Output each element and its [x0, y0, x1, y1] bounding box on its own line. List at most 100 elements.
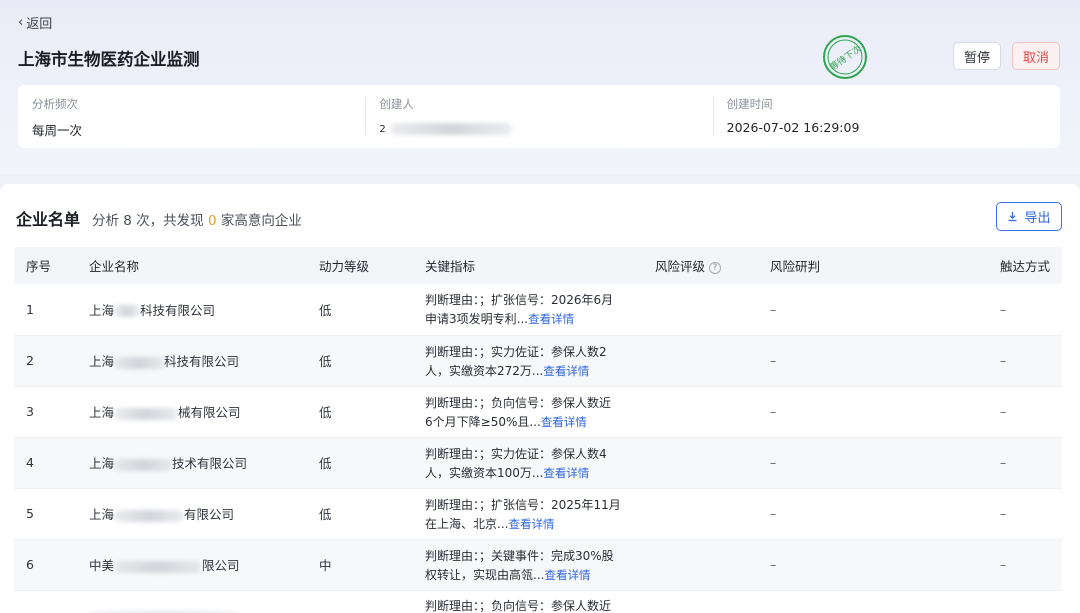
name-prefix: 中美: [89, 558, 115, 573]
risk-rating-value: [643, 437, 758, 489]
row-index: [14, 590, 77, 613]
table-row[interactable]: 2 上海 科技有限公司 低 判断理由：；实力佐证：参保人数2 人，实缴资本272万.…: [14, 335, 1062, 387]
view-details-link[interactable]: 查看详情: [544, 568, 590, 582]
risk-rating-value: [643, 488, 758, 540]
redacted-name: [114, 407, 179, 420]
risk-rating-value: [643, 539, 758, 591]
level-value: 低: [307, 437, 413, 489]
help-icon[interactable]: ?: [709, 262, 722, 274]
col-header-risk-judgement: 风险研判: [758, 247, 988, 284]
col-header-name: 企业名称: [77, 247, 307, 284]
indicator-cell: 判断理由：；负向信号：参保人数近 6个月下降≥50%且...查看详情: [413, 386, 643, 438]
col-header-index: 序号: [14, 247, 77, 284]
list-summary: 分析 8 次，共发现 0 家高意向企业: [92, 209, 302, 229]
redacted-name: [114, 458, 173, 471]
name-suffix: 有限公司: [184, 507, 235, 522]
info-label: 创建时间: [726, 97, 773, 111]
company-name[interactable]: 上海 技术有限公司: [77, 437, 307, 489]
risk-rating-value: [643, 590, 758, 613]
info-creator: 创建人 2: [365, 85, 712, 148]
view-details-link[interactable]: 查看详情: [543, 466, 589, 480]
row-index: 6: [14, 539, 77, 591]
indicator-cell: 判断理由：；实力佐证：参保人数2 人，实缴资本272万...查看详情: [413, 335, 643, 387]
col-header-indicators: 关键指标: [413, 247, 643, 284]
task-header: ‹ 返回 上海市生物医药企业监测 等待下次 暂停 取消 分析频次 每周一次 创建…: [0, 0, 1080, 174]
table-header-row: 序号 企业名称 动力等级 关键指标 风险评级? 风险研判 触达方式: [14, 247, 1062, 284]
creator-initial: 2: [379, 124, 386, 135]
table-row[interactable]: 1 上海 科技有限公司 低 判断理由：；扩张信号：2026年6月 申请3项发明专利.…: [14, 284, 1062, 336]
level-value: 低: [307, 386, 413, 438]
company-name[interactable]: [77, 590, 307, 613]
back-link[interactable]: ‹ 返回: [18, 13, 52, 32]
level-value: [307, 590, 413, 613]
redacted-name: [114, 509, 185, 522]
download-icon: [1008, 212, 1017, 222]
col-header-level: 动力等级: [307, 247, 413, 284]
view-details-link[interactable]: 查看详情: [508, 517, 554, 531]
info-created-time: 创建时间 2026-07-02 16:29:09: [712, 85, 1060, 148]
cancel-button[interactable]: 取消: [1012, 42, 1060, 70]
export-button[interactable]: 导出: [996, 202, 1062, 231]
list-header: 企业名单 分析 8 次，共发现 0 家高意向企业: [16, 206, 302, 230]
row-index: 3: [14, 386, 77, 438]
risk-judgement-value: –: [758, 539, 988, 591]
indicator-cell: 判断理由：；实力佐证：参保人数4 人，实缴资本100万...查看详情: [413, 437, 643, 489]
indicator-cell: 判断理由：；扩张信号：2025年11月 在上海、北京...查看详情: [413, 488, 643, 540]
info-value: 2: [379, 120, 698, 136]
name-suffix: 科技有限公司: [140, 302, 216, 318]
indicator-line: 6个月下降≥50%且...: [425, 414, 541, 429]
row-index: 1: [14, 284, 77, 336]
view-details-link[interactable]: 查看详情: [543, 364, 589, 378]
indicator-line: 判断理由：；实力佐证：参保人数4: [425, 446, 607, 461]
table-row[interactable]: 4 上海 技术有限公司 低 判断理由：；实力佐证：参保人数4 人，实缴资本100万.…: [14, 437, 1062, 489]
summary-prefix: 分析 8 次，共发现: [92, 213, 204, 229]
info-frequency: 分析频次 每周一次: [18, 85, 365, 148]
risk-rating-label: 风险评级: [655, 259, 706, 274]
risk-rating-value: [643, 335, 758, 387]
indicator-line: 判断理由：；关键事件：完成30%股: [425, 548, 614, 563]
summary-suffix: 家高意向企业: [220, 213, 302, 229]
summary-count: 0: [207, 213, 217, 229]
waiting-stamp-icon: 等待下次: [823, 35, 867, 79]
indicator-line: 判断理由：；实力佐证：参保人数2: [425, 344, 607, 359]
risk-judgement-value: –: [758, 335, 988, 387]
reach-value: –: [988, 539, 1062, 591]
level-value: 低: [307, 335, 413, 387]
indicator-line: 权转让，实现由高瓴...: [425, 567, 545, 582]
row-index: 5: [14, 488, 77, 540]
name-prefix: 上海: [89, 302, 115, 318]
company-name[interactable]: 上海 科技有限公司: [77, 284, 307, 336]
indicator-line: 人，实缴资本272万...: [425, 363, 544, 378]
company-name[interactable]: 中美 限公司: [77, 539, 307, 591]
task-info-panel: 分析频次 每周一次 创建人 2 创建时间 2026-07-02 16:29:09: [18, 85, 1060, 148]
risk-judgement-value: –: [758, 488, 988, 540]
col-header-reach: 触达方式: [988, 247, 1062, 284]
info-label: 分析频次: [32, 97, 78, 111]
risk-judgement-value: –: [758, 386, 988, 438]
table-row[interactable]: 6 中美 限公司 中 判断理由：；关键事件：完成30%股 权转让，实现由高瓴...查…: [14, 539, 1062, 591]
row-index: 2: [14, 335, 77, 387]
risk-judgement-value: –: [758, 284, 988, 336]
view-details-link[interactable]: 查看详情: [528, 312, 574, 326]
reach-value: –: [988, 284, 1062, 336]
risk-rating-value: [643, 386, 758, 438]
reach-value: [988, 590, 1062, 613]
table-row[interactable]: 3 上海 械有限公司 低 判断理由：；负向信号：参保人数近 6个月下降≥50%且..…: [14, 386, 1062, 438]
list-title: 企业名单: [16, 210, 81, 229]
table-row[interactable]: 判断理由：；负向信号：参保人数近: [14, 590, 1062, 613]
name-suffix: 械有限公司: [178, 405, 241, 420]
pause-button[interactable]: 暂停: [953, 42, 1001, 70]
reach-value: –: [988, 335, 1062, 387]
table-row[interactable]: 5 上海 有限公司 低 判断理由：；扩张信号：2025年11月 在上海、北京...查…: [14, 488, 1062, 540]
chevron-left-icon: ‹: [18, 15, 24, 30]
name-suffix: 限公司: [202, 558, 240, 573]
indicator-line: 在上海、北京...: [425, 516, 509, 531]
indicator-line: 判断理由：；负向信号：参保人数近: [425, 598, 612, 613]
view-details-link[interactable]: 查看详情: [541, 415, 587, 429]
company-name[interactable]: 上海 科技有限公司: [77, 335, 307, 387]
name-prefix: 上海: [89, 354, 115, 369]
company-name[interactable]: 上海 械有限公司: [77, 386, 307, 438]
risk-judgement-value: [758, 590, 988, 613]
company-name[interactable]: 上海 有限公司: [77, 488, 307, 540]
name-prefix: 上海: [89, 456, 115, 471]
